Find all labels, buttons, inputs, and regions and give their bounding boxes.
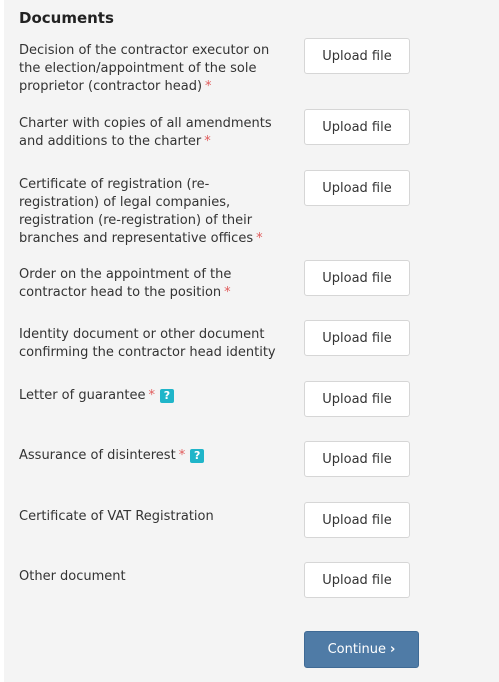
help-icon[interactable]: ?	[159, 389, 174, 403]
document-label-text: Assurance of disinterest	[19, 448, 176, 463]
required-asterisk: *	[178, 448, 186, 463]
document-label-text: Identity document or other document conf…	[19, 327, 276, 360]
document-label-text: Decision of the contractor executor on t…	[19, 43, 270, 94]
required-asterisk: *	[148, 388, 155, 403]
document-row-appointment-order: Order on the appointment of the contract…	[19, 260, 495, 306]
document-label: Assurance of disinterest *?	[19, 447, 281, 465]
required-asterisk: *	[205, 79, 212, 94]
upload-file-button[interactable]: Upload file	[304, 260, 410, 296]
upload-file-button[interactable]: Upload file	[304, 38, 410, 74]
upload-file-button[interactable]: Upload file	[304, 109, 410, 145]
document-label: Identity document or other document conf…	[19, 326, 281, 362]
document-label: Decision of the contractor executor on t…	[19, 42, 281, 96]
document-row-charter: Charter with copies of all amendments an…	[19, 109, 495, 155]
document-label: Order on the appointment of the contract…	[19, 266, 281, 302]
document-row-assurance-of-disinterest: Assurance of disinterest *? Upload file	[19, 441, 495, 487]
continue-label: Continue	[327, 642, 387, 657]
upload-file-button[interactable]: Upload file	[304, 562, 410, 598]
chevron-right-icon: ›	[390, 642, 396, 657]
upload-file-button[interactable]: Upload file	[304, 170, 410, 206]
document-row-registration-certificate: Certificate of registration (re-registra…	[19, 170, 495, 252]
documents-panel: Documents Decision of the contractor exe…	[4, 0, 499, 682]
document-label-text: Certificate of VAT Registration	[19, 509, 214, 524]
help-icon[interactable]: ?	[190, 449, 205, 463]
document-label-text: Certificate of registration (re-registra…	[19, 177, 254, 246]
document-label: Other document	[19, 568, 281, 586]
document-label-text: Other document	[19, 569, 126, 584]
document-label: Charter with copies of all amendments an…	[19, 115, 281, 151]
upload-file-button[interactable]: Upload file	[304, 502, 410, 538]
document-row-vat-certificate: Certificate of VAT Registration Upload f…	[19, 502, 495, 548]
document-row-identity-document: Identity document or other document conf…	[19, 320, 495, 366]
required-asterisk: *	[224, 285, 231, 300]
document-row-letter-of-guarantee: Letter of guarantee *? Upload file	[19, 381, 495, 427]
document-label: Letter of guarantee *?	[19, 387, 281, 405]
upload-file-button[interactable]: Upload file	[304, 441, 410, 477]
document-row-other-document: Other document Upload file	[19, 562, 495, 608]
document-label-text: Order on the appointment of the contract…	[19, 267, 232, 300]
upload-file-button[interactable]: Upload file	[304, 320, 410, 356]
continue-button[interactable]: Continue ›	[304, 631, 419, 668]
document-label-text: Letter of guarantee	[19, 388, 146, 403]
document-row-contractor-decision: Decision of the contractor executor on t…	[19, 38, 495, 102]
upload-file-button[interactable]: Upload file	[304, 381, 410, 417]
document-label: Certificate of VAT Registration	[19, 508, 281, 526]
document-label-text: Charter with copies of all amendments an…	[19, 116, 272, 149]
required-asterisk: *	[204, 134, 211, 149]
required-asterisk: *	[256, 231, 263, 246]
document-label: Certificate of registration (re-registra…	[19, 176, 281, 248]
section-title: Documents	[19, 9, 114, 27]
